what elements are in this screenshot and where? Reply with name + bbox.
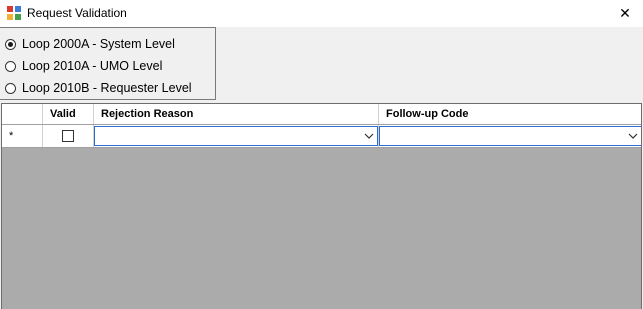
close-button[interactable]: ✕ [612,2,638,24]
radio-button-selected[interactable] [5,38,16,50]
valid-checkbox[interactable] [62,130,74,142]
rejection-reason-cell[interactable] [94,125,379,147]
app-icon [7,6,21,20]
row-header-cell[interactable]: * [2,125,43,147]
radio-loop-2000a[interactable]: Loop 2000A - System Level [5,35,175,53]
valid-cell[interactable] [43,125,94,147]
radio-button[interactable] [5,82,16,94]
chevron-down-icon[interactable] [627,130,639,142]
chevron-down-icon[interactable] [363,130,375,142]
window-title: Request Validation [27,6,127,20]
radio-label: Loop 2010B - Requester Level [22,81,192,95]
radio-label: Loop 2010A - UMO Level [22,59,163,73]
radio-loop-2010a[interactable]: Loop 2010A - UMO Level [5,57,162,75]
radio-loop-2010b[interactable]: Loop 2010B - Requester Level [5,79,192,97]
radio-button[interactable] [5,60,16,72]
rejection-reason-dropdown[interactable] [94,126,378,146]
column-header-valid[interactable]: Valid [43,104,94,124]
column-header-rejection-reason[interactable]: Rejection Reason [94,104,379,124]
loop-options-group: Loop 2000A - System Level Loop 2010A - U… [0,27,216,100]
close-icon: ✕ [619,4,631,21]
title-bar: Request Validation ✕ [0,0,643,27]
grid-header-row: Valid Rejection Reason Follow-up Code [2,104,641,125]
column-header-followup-code[interactable]: Follow-up Code [379,104,641,124]
followup-code-dropdown[interactable] [379,126,641,146]
followup-code-cell[interactable] [379,125,641,147]
radio-label: Loop 2000A - System Level [22,37,175,51]
validation-grid[interactable]: Valid Rejection Reason Follow-up Code * [1,103,642,309]
row-header-column [2,104,43,124]
new-row-indicator: * [9,130,14,142]
new-row[interactable]: * [2,125,641,148]
